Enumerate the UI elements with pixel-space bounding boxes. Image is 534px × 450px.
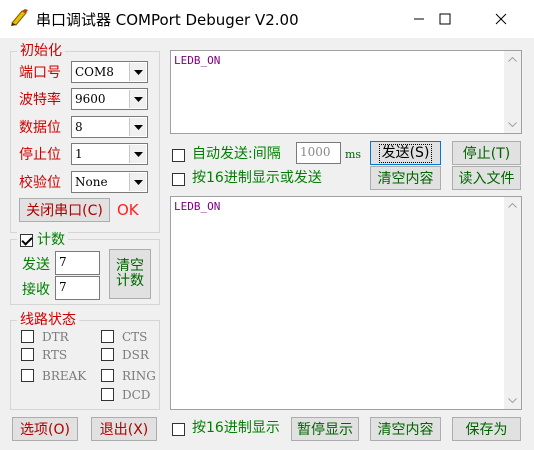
auto-send-label: 自动发送:间隔 xyxy=(192,146,281,162)
count-legend-label: 计数 xyxy=(37,232,65,248)
port-status-text: OK xyxy=(117,201,139,219)
count-checkbox[interactable] xyxy=(20,233,33,247)
port-value: COM8 xyxy=(75,65,114,79)
recv-label: 接收 xyxy=(22,282,50,298)
chevron-down-icon[interactable] xyxy=(129,118,146,136)
maximize-button[interactable] xyxy=(422,0,468,38)
baud-select[interactable]: 9600 xyxy=(71,88,148,110)
init-legend: 初始化 xyxy=(17,43,65,59)
recv-count-field[interactable]: 7 xyxy=(55,276,100,300)
auto-send-checkbox[interactable] xyxy=(172,149,185,162)
break-checkbox[interactable] xyxy=(21,369,34,382)
dcd-checkbox[interactable] xyxy=(101,388,114,401)
count-legend: 计数 xyxy=(17,232,68,248)
scroll-down-icon[interactable] xyxy=(504,392,521,409)
cts-label: CTS xyxy=(122,330,148,344)
hex-send-checkbox[interactable] xyxy=(172,173,185,186)
hex-send-label: 按16进制显示或发送 xyxy=(192,170,322,186)
stop-button[interactable]: 停止(T) xyxy=(452,141,521,165)
send-scrollbar[interactable] xyxy=(504,51,521,133)
stop-bits-select[interactable]: 1 xyxy=(71,143,148,165)
data-bits-value: 8 xyxy=(75,120,83,134)
parity-label: 校验位 xyxy=(19,175,61,191)
ring-checkbox[interactable] xyxy=(101,369,114,382)
save-as-button[interactable]: 保存为 xyxy=(452,417,521,441)
sent-label: 发送 xyxy=(22,257,50,273)
chevron-down-icon[interactable] xyxy=(129,63,146,81)
baud-value: 9600 xyxy=(75,92,106,106)
rts-checkbox[interactable] xyxy=(21,348,34,361)
dcd-label: DCD xyxy=(122,388,151,402)
port-select[interactable]: COM8 xyxy=(71,61,148,83)
dsr-label: DSR xyxy=(122,348,149,362)
break-label: BREAK xyxy=(42,369,87,383)
port-label: 端口号 xyxy=(19,65,61,81)
cts-checkbox[interactable] xyxy=(101,330,114,343)
parity-select[interactable]: None xyxy=(71,171,148,193)
maximize-icon xyxy=(439,13,451,25)
client-area: 初始化 端口号 COM8 波特率 9600 数据位 8 停止位 1 校验位 No… xyxy=(0,38,534,450)
send-text: LEDB_ON xyxy=(174,54,221,67)
receive-text: LEDB_ON xyxy=(174,200,221,213)
stop-bits-value: 1 xyxy=(75,147,83,161)
hex-display-label: 按16进制显示 xyxy=(192,420,280,436)
clear-send-button[interactable]: 清空内容 xyxy=(370,166,441,190)
title-bar: 串口调试器 COMPort Debuger V2.00 xyxy=(0,0,534,38)
ring-label: RING xyxy=(122,369,156,383)
send-button[interactable]: 发送(S) xyxy=(370,141,441,165)
interval-unit: ms xyxy=(345,148,362,161)
chevron-down-icon[interactable] xyxy=(129,90,146,108)
options-button[interactable]: 选项(O) xyxy=(12,417,78,441)
dtr-checkbox[interactable] xyxy=(21,330,34,343)
close-port-button[interactable]: 关闭串口(C) xyxy=(19,198,110,222)
rts-label: RTS xyxy=(42,348,68,362)
chevron-down-icon[interactable] xyxy=(129,173,146,191)
chevron-down-icon[interactable] xyxy=(129,145,146,163)
parity-value: None xyxy=(75,175,108,189)
scroll-up-icon[interactable] xyxy=(504,51,521,68)
sent-count-field[interactable]: 7 xyxy=(55,251,100,275)
pencil-icon xyxy=(11,9,28,26)
data-bits-select[interactable]: 8 xyxy=(71,116,148,138)
clear-receive-button[interactable]: 清空内容 xyxy=(370,417,441,441)
interval-field[interactable]: 1000 xyxy=(296,142,341,164)
receive-scrollbar[interactable] xyxy=(504,197,521,409)
scroll-down-icon[interactable] xyxy=(504,116,521,133)
close-icon xyxy=(495,13,507,25)
receive-textarea[interactable]: LEDB_ON xyxy=(170,196,522,410)
pause-display-button[interactable]: 暂停显示 xyxy=(291,417,359,441)
stop-bits-label: 停止位 xyxy=(19,147,61,163)
data-bits-label: 数据位 xyxy=(19,120,61,136)
exit-button[interactable]: 退出(X) xyxy=(91,417,157,441)
dsr-checkbox[interactable] xyxy=(101,348,114,361)
line-status-legend: 线路状态 xyxy=(17,312,79,328)
dtr-label: DTR xyxy=(42,330,69,344)
clear-count-button[interactable]: 清空计数 xyxy=(109,249,151,299)
send-button-label: 发送(S) xyxy=(378,143,433,163)
window-title: 串口调试器 COMPort Debuger V2.00 xyxy=(36,11,299,29)
scroll-up-icon[interactable] xyxy=(504,197,521,214)
send-textarea[interactable]: LEDB_ON xyxy=(170,50,522,134)
hex-display-checkbox[interactable] xyxy=(172,423,185,436)
close-button[interactable] xyxy=(478,0,524,38)
read-file-button[interactable]: 读入文件 xyxy=(452,166,521,190)
baud-label: 波特率 xyxy=(19,92,61,108)
